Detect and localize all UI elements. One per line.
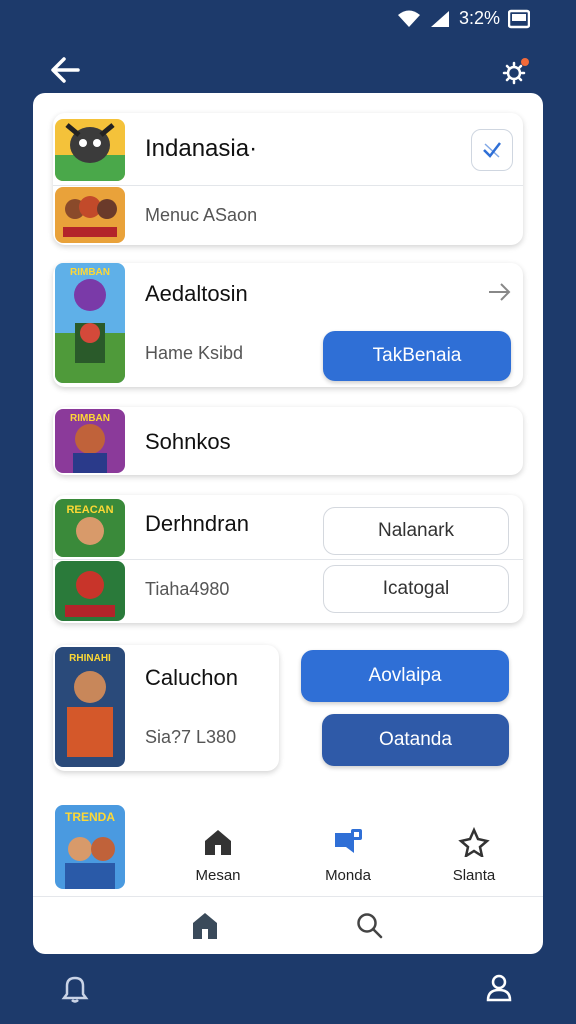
item-title: Derhndran (145, 511, 249, 536)
list-item[interactable]: RIMBAN Aedaltosin Hame Ksibd TakBenaia (53, 263, 523, 387)
profile-icon[interactable] (484, 972, 514, 1004)
arrow-left-icon (51, 57, 80, 83)
tab-bar: Mesan Monda Slanta (33, 793, 543, 893)
arrow-right-icon[interactable] (487, 281, 513, 303)
item-subtitle: Hame Ksibd (145, 343, 244, 363)
back-button[interactable] (48, 54, 84, 86)
list-item[interactable]: REACAN Derhndran Nalanark Tiaha4980 Icat… (53, 495, 523, 623)
checkbox-button[interactable] (471, 129, 513, 171)
game-thumbnail: REACAN (55, 499, 125, 557)
tab-monda[interactable]: Monda (303, 827, 393, 884)
list-item[interactable]: RIMBAN Sohnkos (53, 407, 523, 475)
divider (53, 185, 523, 186)
list-item[interactable]: Indanasia· Menuc ASaon (53, 113, 523, 245)
battery-icon (508, 9, 530, 28)
game-thumbnail (55, 561, 125, 621)
tab-slanta[interactable]: Slanta (429, 826, 519, 884)
status-indicators: 3:2% (397, 8, 530, 29)
thumbnail-logo: REACAN (66, 504, 113, 516)
item-title: Caluchon (145, 665, 238, 690)
item-title: Aedaltosin (145, 281, 248, 306)
tab-mesan[interactable]: Mesan (173, 827, 263, 884)
list-item[interactable]: RHINAHI Caluchon Sia?7 L380 (53, 645, 279, 771)
status-bar: 3:2% (0, 0, 576, 40)
tab-label: Mesan (195, 867, 241, 884)
divider (53, 559, 523, 560)
chat-icon (335, 829, 362, 853)
game-thumbnail (55, 119, 125, 181)
primary-action-button[interactable]: TakBenaia (323, 331, 511, 381)
search-icon[interactable] (355, 911, 383, 941)
secondary-action-button[interactable]: Nalanark (323, 507, 509, 555)
item-title: Indanasia· (145, 135, 258, 162)
thumbnail-logo: RIMBAN (70, 267, 110, 278)
bell-icon[interactable] (60, 972, 90, 1004)
thumbnail-logo: RHINAHI (69, 653, 111, 664)
content-sheet: Indanasia· Menuc ASaon RIMBAN Aedaltosin… (33, 93, 543, 954)
game-thumbnail: RHINAHI (55, 647, 125, 767)
primary-action-button[interactable]: Aovlaipa (301, 650, 509, 702)
settings-button[interactable] (500, 56, 532, 86)
secondary-action-button[interactable]: Oatanda (322, 714, 509, 766)
home-icon[interactable] (191, 911, 219, 941)
tab-label: Monda (325, 867, 371, 884)
game-thumbnail (55, 187, 125, 243)
item-subtitle: Menuc ASaon (145, 205, 258, 225)
signal-icon (430, 10, 449, 27)
secondary-action-button[interactable]: Icatogal (323, 565, 509, 613)
wifi-icon (397, 10, 420, 27)
thumbnail-logo: RIMBAN (70, 413, 110, 424)
item-title: Sohnkos (145, 429, 231, 454)
home-icon (205, 830, 231, 855)
battery-percent: 3:2% (458, 8, 500, 28)
game-thumbnail: RIMBAN (55, 263, 125, 383)
star-icon (458, 826, 490, 859)
item-subtitle: Sia?7 L380 (145, 727, 237, 747)
item-subtitle: Tiaha4980 (145, 579, 230, 599)
bottom-navigation (33, 896, 543, 954)
game-thumbnail: RIMBAN (55, 409, 125, 473)
top-bar (0, 48, 576, 92)
tab-label: Slanta (452, 867, 496, 884)
check-icon (483, 142, 501, 158)
gear-icon (502, 58, 529, 85)
